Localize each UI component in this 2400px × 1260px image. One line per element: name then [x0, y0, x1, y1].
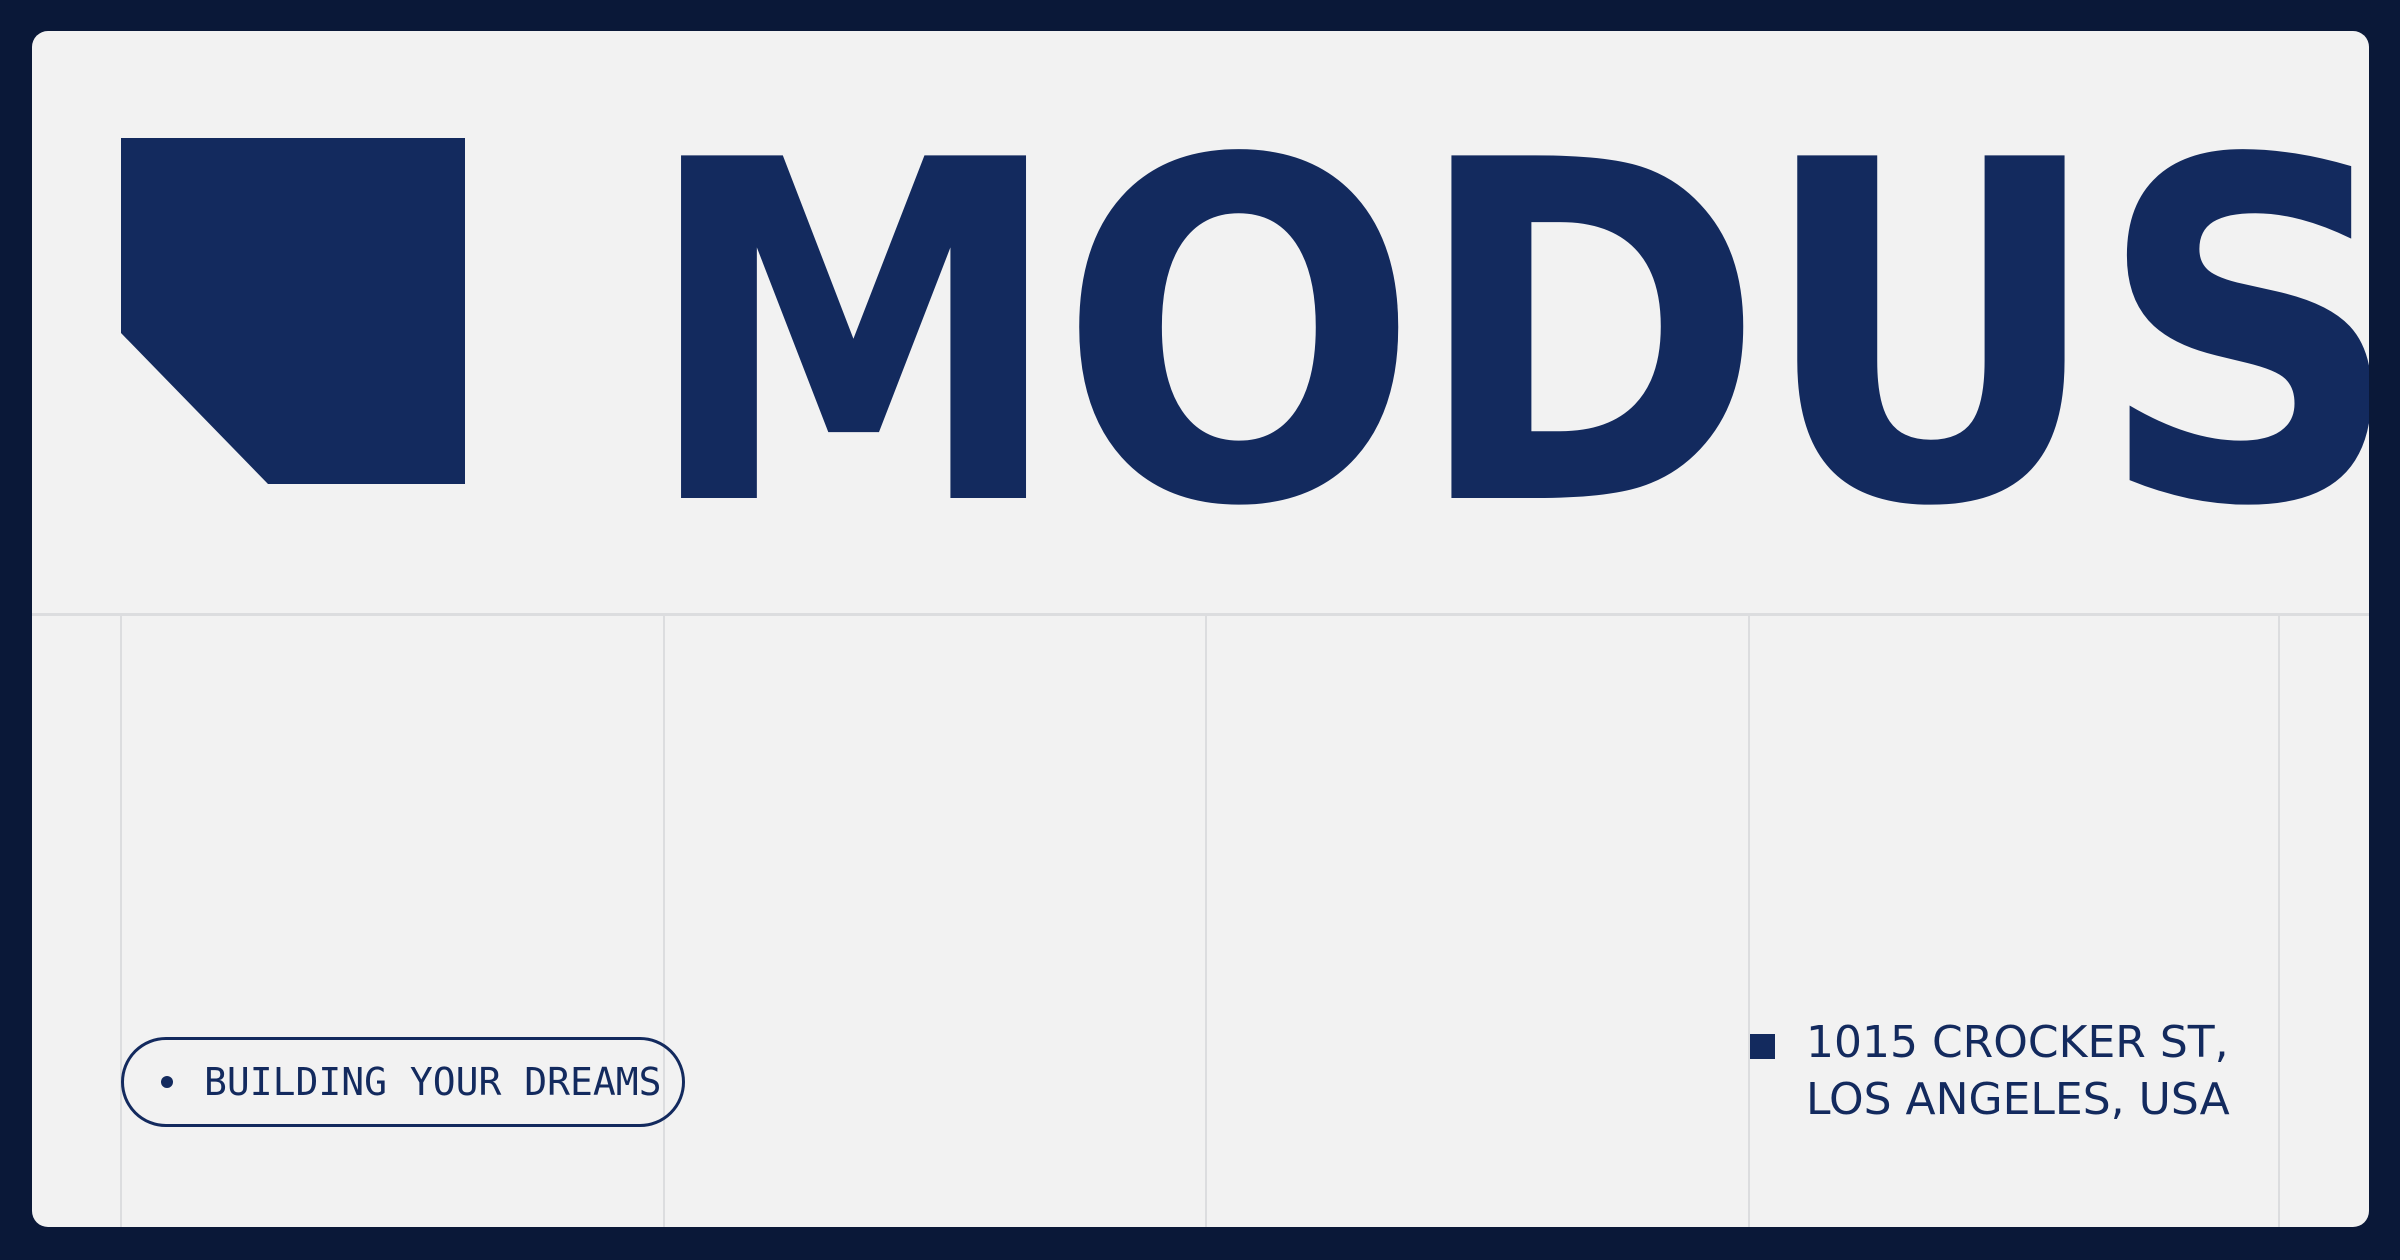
- grid-line: [663, 616, 665, 1227]
- brand-card: MODUS BUILDING YOUR DREAMS 1015 CROCKER …: [32, 31, 2369, 1227]
- square-bullet-icon: [1750, 1034, 1775, 1059]
- grid-line: [2278, 616, 2280, 1227]
- address-line-2: LOS ANGELES, USA: [1806, 1074, 2230, 1125]
- address-line-1: 1015 CROCKER ST,: [1806, 1017, 2229, 1068]
- tagline-pill-button[interactable]: BUILDING YOUR DREAMS: [121, 1037, 685, 1127]
- dot-icon: [161, 1076, 173, 1088]
- horizontal-divider: [32, 613, 2369, 616]
- grid-line: [120, 616, 122, 1227]
- address-block: 1015 CROCKER ST, LOS ANGELES, USA: [1806, 1014, 2230, 1128]
- grid-line: [1748, 616, 1750, 1227]
- brand-wordmark: MODUS: [642, 62, 2369, 609]
- tagline-label: BUILDING YOUR DREAMS: [204, 1060, 662, 1104]
- chamfered-square-logo-icon: [121, 138, 465, 484]
- grid-line: [1205, 616, 1207, 1227]
